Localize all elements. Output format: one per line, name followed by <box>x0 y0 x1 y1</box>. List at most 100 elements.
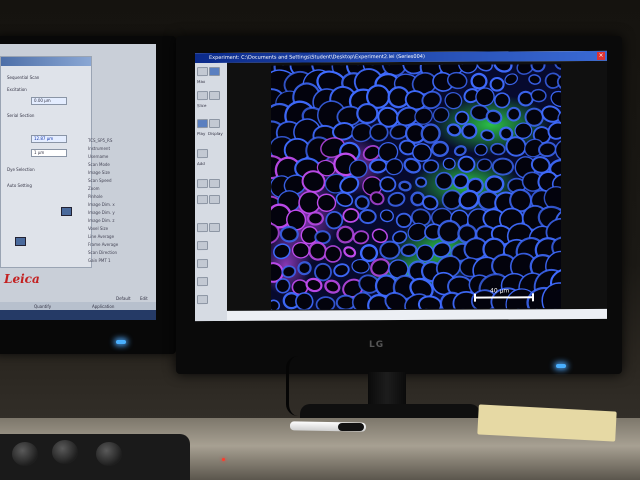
export-icon[interactable] <box>197 295 208 305</box>
plant-cell <box>484 175 505 194</box>
acquisition-parameter-list: TCS_SP5_RS Instrument Username Scan Mode… <box>88 138 150 263</box>
tab-quantify[interactable]: Quantify <box>34 304 51 309</box>
list-header: Instrument <box>88 146 111 151</box>
plant-cell <box>358 209 377 225</box>
apply-icon[interactable] <box>61 207 72 216</box>
tool-icon[interactable] <box>197 195 208 205</box>
plant-cell <box>431 140 449 157</box>
micrograph-image[interactable]: 40 µm <box>271 64 561 310</box>
start-position-field[interactable]: 0.00 µm <box>31 97 67 105</box>
plant-cell <box>415 176 428 188</box>
indicator-led-icon <box>222 458 225 461</box>
plant-cell <box>474 143 488 156</box>
display-label: Display <box>208 130 223 137</box>
plant-cell <box>342 208 360 223</box>
plant-cell <box>369 123 389 142</box>
slice-label: Slice <box>197 103 207 109</box>
preset-icon[interactable] <box>15 237 26 246</box>
arrow-icon[interactable] <box>209 222 220 233</box>
text-icon[interactable] <box>197 277 208 287</box>
display-icon[interactable] <box>209 118 220 129</box>
lut-icon[interactable] <box>197 91 208 101</box>
microscope-control-panel <box>0 434 225 480</box>
list-item: Scan Speed <box>88 178 112 183</box>
serial-section-label: Serial Section <box>7 113 35 118</box>
list-header: Username <box>88 154 109 159</box>
tool-icon[interactable] <box>209 194 220 205</box>
excitation-label: Excitation <box>7 87 27 92</box>
list-item: Gain PMT 1 <box>88 258 111 263</box>
step-size-field[interactable]: 1 µm <box>31 149 67 157</box>
list-item: Pinhole <box>88 194 103 199</box>
plant-cell <box>279 225 299 243</box>
photo-scene: Sequential Scan Excitation 0.00 µm Seria… <box>0 0 640 480</box>
plant-cell <box>530 64 546 73</box>
list-item: Image Size <box>88 170 111 175</box>
plant-cell <box>435 171 454 191</box>
plant-cell <box>356 102 379 124</box>
left-monitor-screen: Sequential Scan Excitation 0.00 µm Seria… <box>0 44 156 320</box>
default-button[interactable]: Default <box>116 296 131 301</box>
auto-setting-label: Auto Setting <box>7 183 32 188</box>
edit-button[interactable]: Edit <box>140 296 148 301</box>
plant-cell <box>422 159 440 174</box>
lg-logo: LG <box>369 340 385 350</box>
list-item: Voxel Size <box>88 226 109 231</box>
tool-icon[interactable] <box>209 178 220 189</box>
plant-cell <box>307 211 324 226</box>
close-icon[interactable]: × <box>597 51 605 60</box>
plant-cell <box>368 158 388 174</box>
list-item: Scan Direction <box>88 250 118 255</box>
scale-bar-label: 40 µm <box>490 287 510 295</box>
left-power-led-icon <box>116 340 126 344</box>
list-item: Line Average <box>88 234 115 239</box>
viewer-toolbar: Max Slice Play Display Add <box>195 62 227 322</box>
sequential-scan-label: Sequential Scan <box>7 75 40 80</box>
plant-cell <box>400 243 418 257</box>
ellipse-icon[interactable] <box>197 259 208 269</box>
image-viewer[interactable]: 40 µm <box>227 60 607 311</box>
channel-icon[interactable] <box>209 66 220 77</box>
max-label: Max <box>197 79 206 85</box>
control-knob[interactable] <box>96 442 122 466</box>
play-label: Play <box>197 131 206 137</box>
zoom-icon[interactable] <box>197 67 208 77</box>
measure-icon[interactable] <box>197 149 208 159</box>
list-header: TCS_SP5_RS <box>88 138 113 143</box>
grid-icon[interactable] <box>209 90 220 101</box>
plant-cell <box>489 76 505 92</box>
list-item: Scan Mode <box>88 162 110 167</box>
window-title: Experiment: C:\Documents and Settings\St… <box>209 53 425 62</box>
list-item: Image Dim. y <box>88 210 115 215</box>
scale-bar <box>474 296 534 299</box>
tab-application[interactable]: Application <box>92 304 114 309</box>
tool-icon[interactable] <box>197 179 208 189</box>
plant-cell <box>379 176 397 193</box>
windows-taskbar <box>0 310 156 320</box>
marker-cap <box>338 423 364 431</box>
plant-cell <box>398 180 412 192</box>
add-label: Add <box>197 161 205 167</box>
list-item: Image Dim. x <box>88 202 115 207</box>
list-item: Zoom <box>88 186 100 191</box>
right-power-led-icon <box>556 364 566 368</box>
list-item: Frame Average <box>88 242 119 247</box>
line-icon[interactable] <box>197 223 208 233</box>
rect-icon[interactable] <box>197 241 208 251</box>
scan-settings-window: Sequential Scan Excitation 0.00 µm Seria… <box>0 56 92 268</box>
right-monitor-screen: Experiment: C:\Documents and Settings\St… <box>195 50 607 322</box>
plant-stem-cross-section <box>271 64 561 310</box>
end-position-field[interactable]: 12.87 µm <box>31 135 67 143</box>
plant-cell <box>379 240 401 260</box>
play-icon[interactable] <box>197 119 208 129</box>
plant-cell <box>530 88 547 103</box>
scan-settings-title-bar[interactable] <box>1 57 91 66</box>
leica-logo: Leica <box>4 272 40 286</box>
control-knob[interactable] <box>52 440 78 464</box>
control-knob[interactable] <box>12 442 38 466</box>
list-item: Image Dim. z <box>88 218 115 223</box>
plant-cell <box>395 212 412 228</box>
plant-cell <box>491 157 514 176</box>
plant-cell <box>420 123 441 144</box>
dye-selection-label: Dye Selection <box>7 167 35 172</box>
